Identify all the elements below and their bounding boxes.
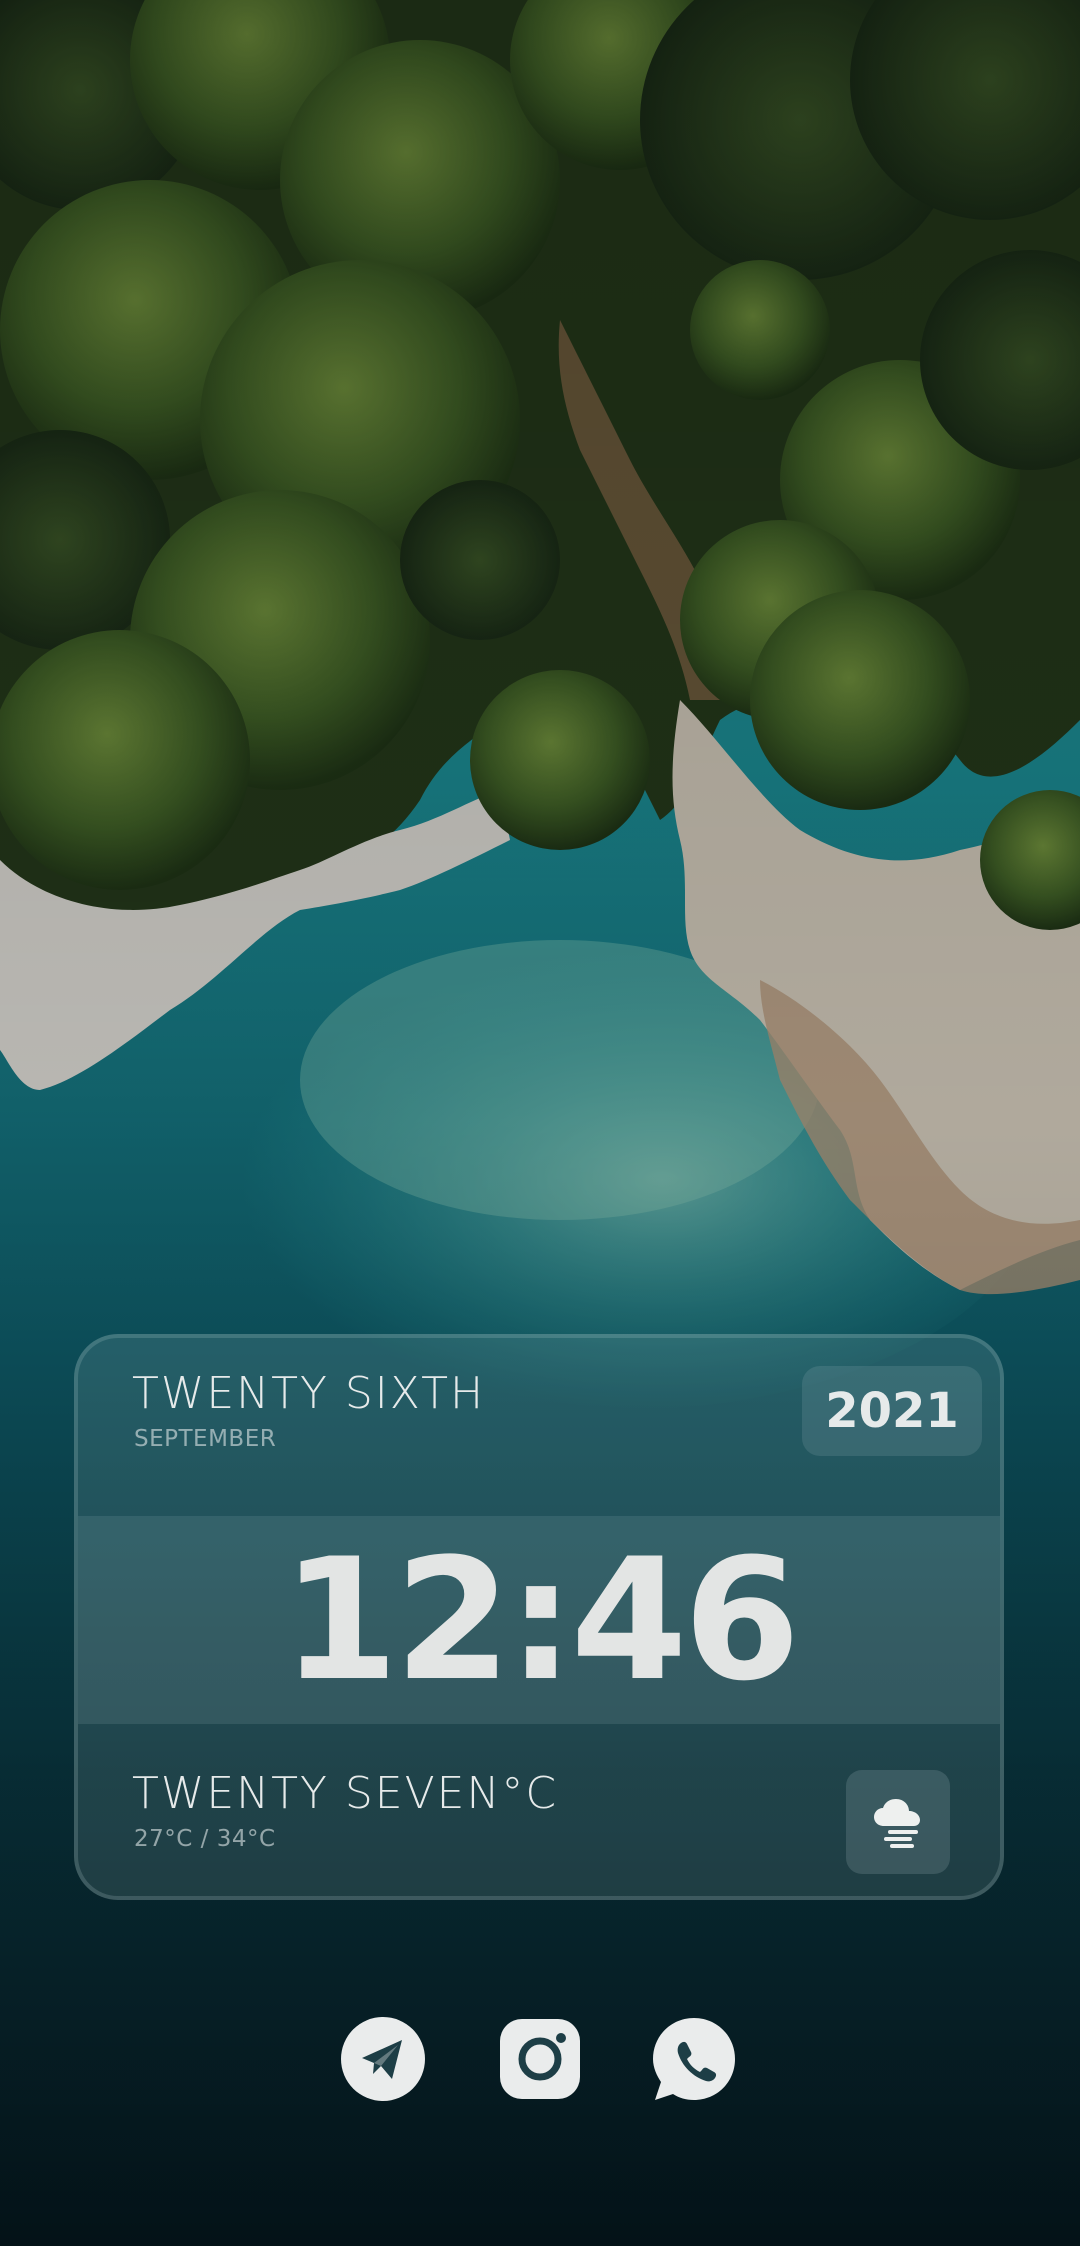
telegram-icon [341, 2017, 425, 2101]
whatsapp-app[interactable] [651, 2016, 737, 2102]
app-dock [0, 2016, 1080, 2102]
date-row: TWENTY SIXTH SEPTEMBER 2021 [78, 1338, 1000, 1516]
year-chip: 2021 [802, 1366, 982, 1456]
telegram-app[interactable] [340, 2016, 426, 2102]
temperature-range: 27°C / 34°C [134, 1826, 276, 1852]
instagram-icon [500, 2019, 580, 2099]
whatsapp-icon [653, 2018, 735, 2100]
day-words: TWENTY SIXTH [132, 1368, 486, 1419]
clock-time: 12:46 [281, 1522, 801, 1718]
weather-button[interactable] [846, 1770, 950, 1874]
clock-weather-widget[interactable]: TWENTY SIXTH SEPTEMBER 2021 12:46 TWENTY… [74, 1334, 1004, 1900]
time-row: 12:46 [78, 1516, 1000, 1724]
temperature-words: TWENTY SEVEN°C [132, 1768, 559, 1819]
wallpaper [0, 0, 1080, 2246]
month-label: SEPTEMBER [134, 1426, 277, 1452]
cloud-fog-icon [874, 1799, 920, 1848]
weather-row: TWENTY SEVEN°C 27°C / 34°C [78, 1724, 1000, 1896]
year-label: 2021 [825, 1383, 959, 1439]
instagram-app[interactable] [497, 2016, 583, 2102]
